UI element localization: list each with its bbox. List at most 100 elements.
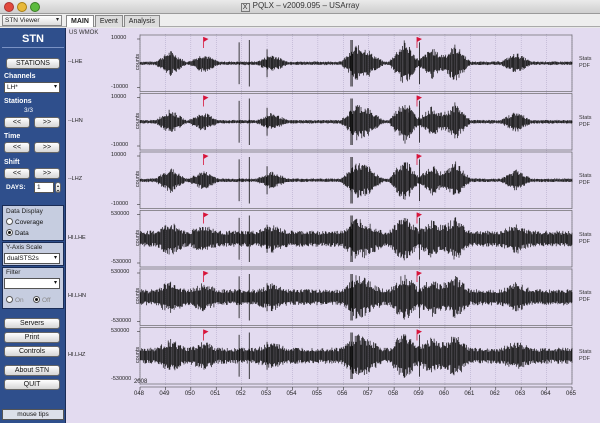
- x-tick-label: 051: [210, 391, 221, 397]
- time-next-button[interactable]: >>: [34, 142, 60, 153]
- pdf-link: PDF: [579, 297, 590, 304]
- y-max-label: 10000: [111, 93, 127, 100]
- quit-button[interactable]: QUIT: [4, 379, 60, 390]
- title-bar: X PQLX – v2009.095 – USArray: [0, 0, 600, 14]
- waveform-canvas[interactable]: [66, 28, 600, 423]
- x-tick-label: 050: [184, 391, 195, 397]
- y-axis-label: counts: [135, 112, 142, 129]
- y-min-label: -530000: [111, 376, 132, 382]
- event-flag-icon: [203, 212, 209, 218]
- stats-link: Stats: [579, 114, 592, 121]
- y-min-label: -530000: [111, 259, 132, 265]
- chevron-down-icon: ▾: [53, 255, 57, 261]
- x-tick-label: 057: [362, 391, 373, 397]
- tab-event[interactable]: Event: [94, 15, 123, 27]
- x-tick-label: 062: [489, 391, 500, 397]
- y-min-label: -10000: [111, 142, 129, 148]
- y-axis-label: counts: [135, 54, 142, 71]
- about-button[interactable]: About STN: [4, 365, 60, 376]
- waveform-trace: [139, 274, 573, 320]
- app-window: X PQLX – v2009.095 – USArray STN Viewer ▾…: [0, 0, 600, 423]
- x-tick-label: 055: [311, 391, 322, 397]
- y-max-label: 10000: [111, 35, 127, 41]
- shift-prev-button[interactable]: <<: [4, 168, 30, 179]
- radio-icon: [6, 218, 13, 225]
- window-title-text: PQLX – v2009.095 – USArray: [252, 1, 360, 10]
- x-tick-label: 056: [337, 391, 348, 397]
- filter-off-radio[interactable]: Off: [33, 296, 51, 304]
- print-button[interactable]: Print: [4, 332, 60, 343]
- event-flag-icon: [203, 271, 209, 276]
- stats-link: Stats: [579, 290, 592, 297]
- pdf-link: PDF: [579, 121, 590, 128]
- stations-button[interactable]: STATIONS: [6, 58, 60, 69]
- data-display-group: Data Display Coverage Data: [2, 205, 64, 241]
- radio-icon: [6, 296, 13, 303]
- event-flag-icon: [203, 154, 209, 159]
- servers-button[interactable]: Servers: [4, 318, 60, 329]
- days-input[interactable]: 1: [34, 182, 54, 193]
- channel-label: HI.LHE: [68, 234, 86, 241]
- event-flag-icon: [416, 271, 422, 276]
- radio-selected-icon: [33, 296, 40, 303]
- waveform-trace: [139, 217, 573, 261]
- data-radio[interactable]: Data: [6, 229, 29, 237]
- waveform-trace: [139, 161, 573, 200]
- stations-next-button[interactable]: >>: [34, 117, 60, 128]
- filter-select[interactable]: ▾: [4, 278, 60, 289]
- coverage-radio[interactable]: Coverage: [6, 218, 43, 226]
- mouse-tips-button[interactable]: mouse tips: [2, 409, 64, 420]
- x-tick-label: 063: [515, 391, 526, 397]
- x-tick-label: 058: [388, 391, 399, 397]
- coverage-radio-label: Coverage: [15, 219, 44, 226]
- channel-label: --LHN: [68, 117, 83, 124]
- seismogram-plot[interactable]: US WMOK --LHE 10000 -10000 counts Stats PDF --…: [66, 28, 600, 423]
- tab-main[interactable]: MAIN: [66, 15, 94, 27]
- control-sidebar: STN STATIONS Channels LH* ▾ Stations 3/3…: [0, 28, 66, 423]
- x-tick-label: 060: [438, 391, 449, 397]
- y-min-label: -10000: [111, 83, 129, 90]
- pdf-link: PDF: [579, 63, 590, 70]
- x-tick-label: 065: [566, 391, 577, 397]
- radio-selected-icon: [6, 229, 13, 236]
- y-max-label: 530000: [111, 269, 130, 275]
- channel-label: --LHE: [68, 59, 83, 66]
- y-max-label: 530000: [111, 327, 130, 334]
- controls-button[interactable]: Controls: [4, 346, 60, 357]
- viewer-select[interactable]: STN Viewer ▾: [2, 15, 62, 26]
- shift-label: Shift: [4, 159, 20, 166]
- days-value: 1: [37, 184, 41, 191]
- channels-label: Channels: [4, 73, 36, 80]
- days-stepper[interactable]: ▴ ▾: [55, 182, 61, 193]
- x-window-icon: X: [240, 3, 250, 12]
- chevron-down-icon: ▾: [53, 280, 57, 286]
- waveform-trace: [139, 40, 573, 83]
- shift-next-button[interactable]: >>: [34, 168, 60, 179]
- event-flag-icon: [203, 95, 209, 101]
- x-tick-label: 049: [159, 391, 170, 397]
- filter-on-radio[interactable]: On: [6, 296, 24, 304]
- tab-list: MAIN Event Analysis: [66, 15, 160, 27]
- viewer-select-value: STN Viewer: [5, 17, 40, 24]
- filter-on-label: On: [15, 297, 24, 304]
- y-min-label: -10000: [111, 200, 129, 207]
- sidebar-title: STN: [2, 30, 64, 48]
- channel-label: HI.LHZ: [68, 351, 86, 358]
- y-max-label: 530000: [111, 210, 130, 217]
- time-prev-button[interactable]: <<: [4, 142, 30, 153]
- x-tick-label: 054: [286, 391, 297, 397]
- stations-prev-button[interactable]: <<: [4, 117, 30, 128]
- x-tick-label: 064: [540, 391, 551, 397]
- chevron-down-icon: ▾: [55, 17, 59, 23]
- tab-analysis[interactable]: Analysis: [123, 15, 160, 27]
- waveform-trace: [139, 102, 573, 144]
- filter-off-label: Off: [42, 297, 51, 304]
- y-min-label: -530000: [111, 317, 132, 324]
- yaxis-scale-select[interactable]: dualSTS2s ▾: [4, 253, 60, 264]
- event-flag-icon: [416, 37, 422, 42]
- data-display-label: Data Display: [6, 208, 43, 215]
- channels-select[interactable]: LH* ▾: [4, 82, 60, 93]
- stats-link: Stats: [579, 173, 592, 180]
- x-tick-label: 061: [464, 391, 475, 397]
- x-tick-label: 052: [235, 391, 246, 397]
